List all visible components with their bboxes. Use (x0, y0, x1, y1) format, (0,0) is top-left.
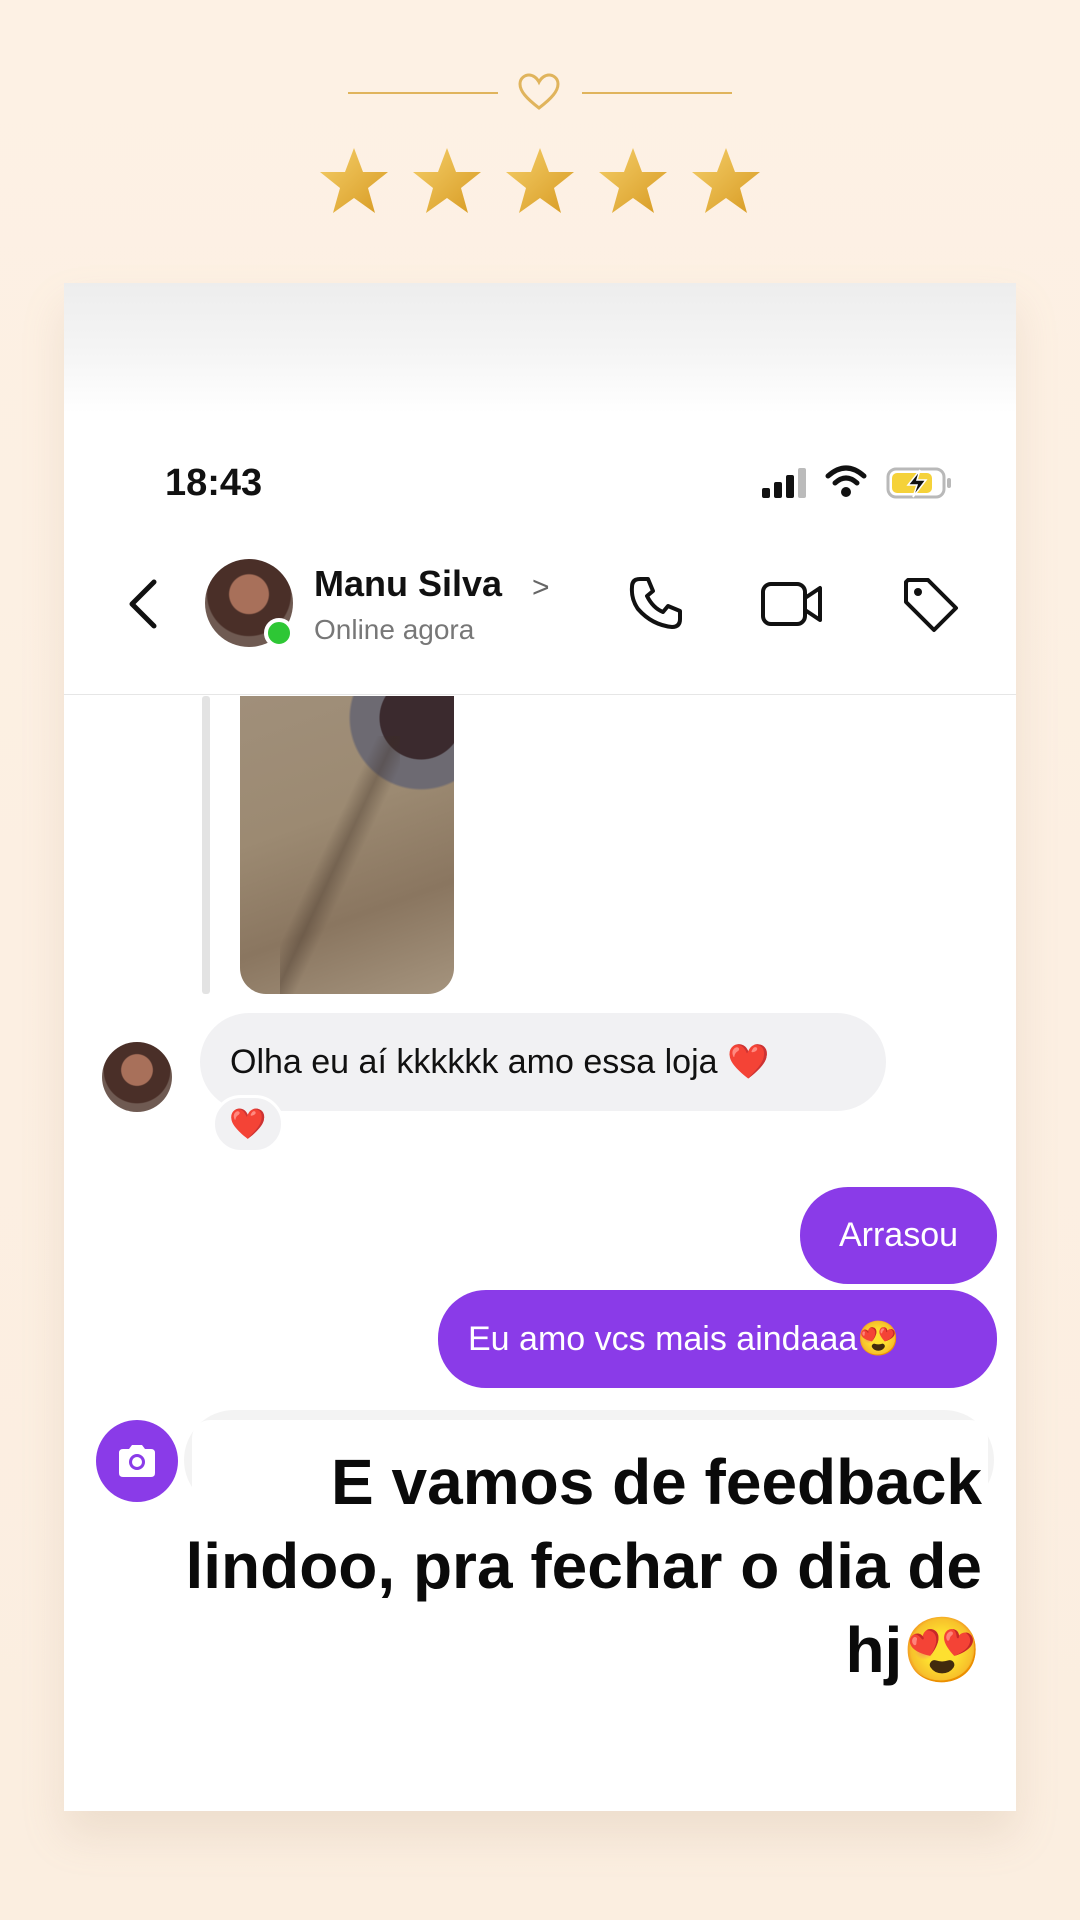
outgoing-message-bubble[interactable]: Arrasou (800, 1187, 997, 1284)
reply-indicator-bar (202, 696, 210, 994)
sender-avatar[interactable] (102, 1042, 172, 1112)
tag-icon[interactable] (900, 574, 960, 634)
presence-status: Online agora (314, 614, 475, 645)
online-status-dot (264, 618, 294, 648)
back-chevron-icon[interactable] (124, 578, 164, 630)
outgoing-message-text: Eu amo vcs mais aindaaa😍 (468, 1320, 900, 1358)
ornament-line-right (582, 92, 732, 94)
star-icon (692, 148, 760, 213)
rating-header (0, 0, 1080, 260)
incoming-message-bubble[interactable]: Olha eu aí kkkkkk amo essa loja ❤️ (200, 1013, 886, 1111)
header-divider (64, 694, 1016, 695)
signal-icon (762, 468, 806, 498)
heart-reaction-badge[interactable]: ❤️ (212, 1095, 284, 1153)
contact-name-chevron-icon[interactable]: > (532, 571, 550, 605)
star-icon (599, 148, 667, 213)
battery-charging-icon (886, 467, 951, 499)
video-call-icon[interactable] (760, 578, 824, 630)
star-icon (320, 148, 388, 213)
outgoing-message-text: Arrasou (838, 1216, 959, 1254)
outgoing-message-bubble[interactable]: Eu amo vcs mais aindaaa😍 (438, 1290, 997, 1388)
status-time: 18:43 (165, 462, 263, 504)
phone-icon[interactable] (626, 573, 686, 633)
heart-outline-icon (518, 73, 560, 110)
shared-photo[interactable] (240, 696, 454, 994)
overlay-caption: E vamos de feedback lindoo, pra fechar o… (185, 1446, 982, 1686)
star-icon (506, 148, 574, 213)
heart-reaction-icon: ❤️ (229, 1107, 267, 1141)
star-icon (413, 148, 481, 213)
five-star-rating (318, 146, 762, 220)
contact-name[interactable]: Manu Silva (314, 563, 502, 605)
wifi-icon (825, 465, 867, 497)
ornament-line-left (348, 92, 498, 94)
incoming-message-text: Olha eu aí kkkkkk amo essa loja ❤️ (230, 1043, 770, 1081)
